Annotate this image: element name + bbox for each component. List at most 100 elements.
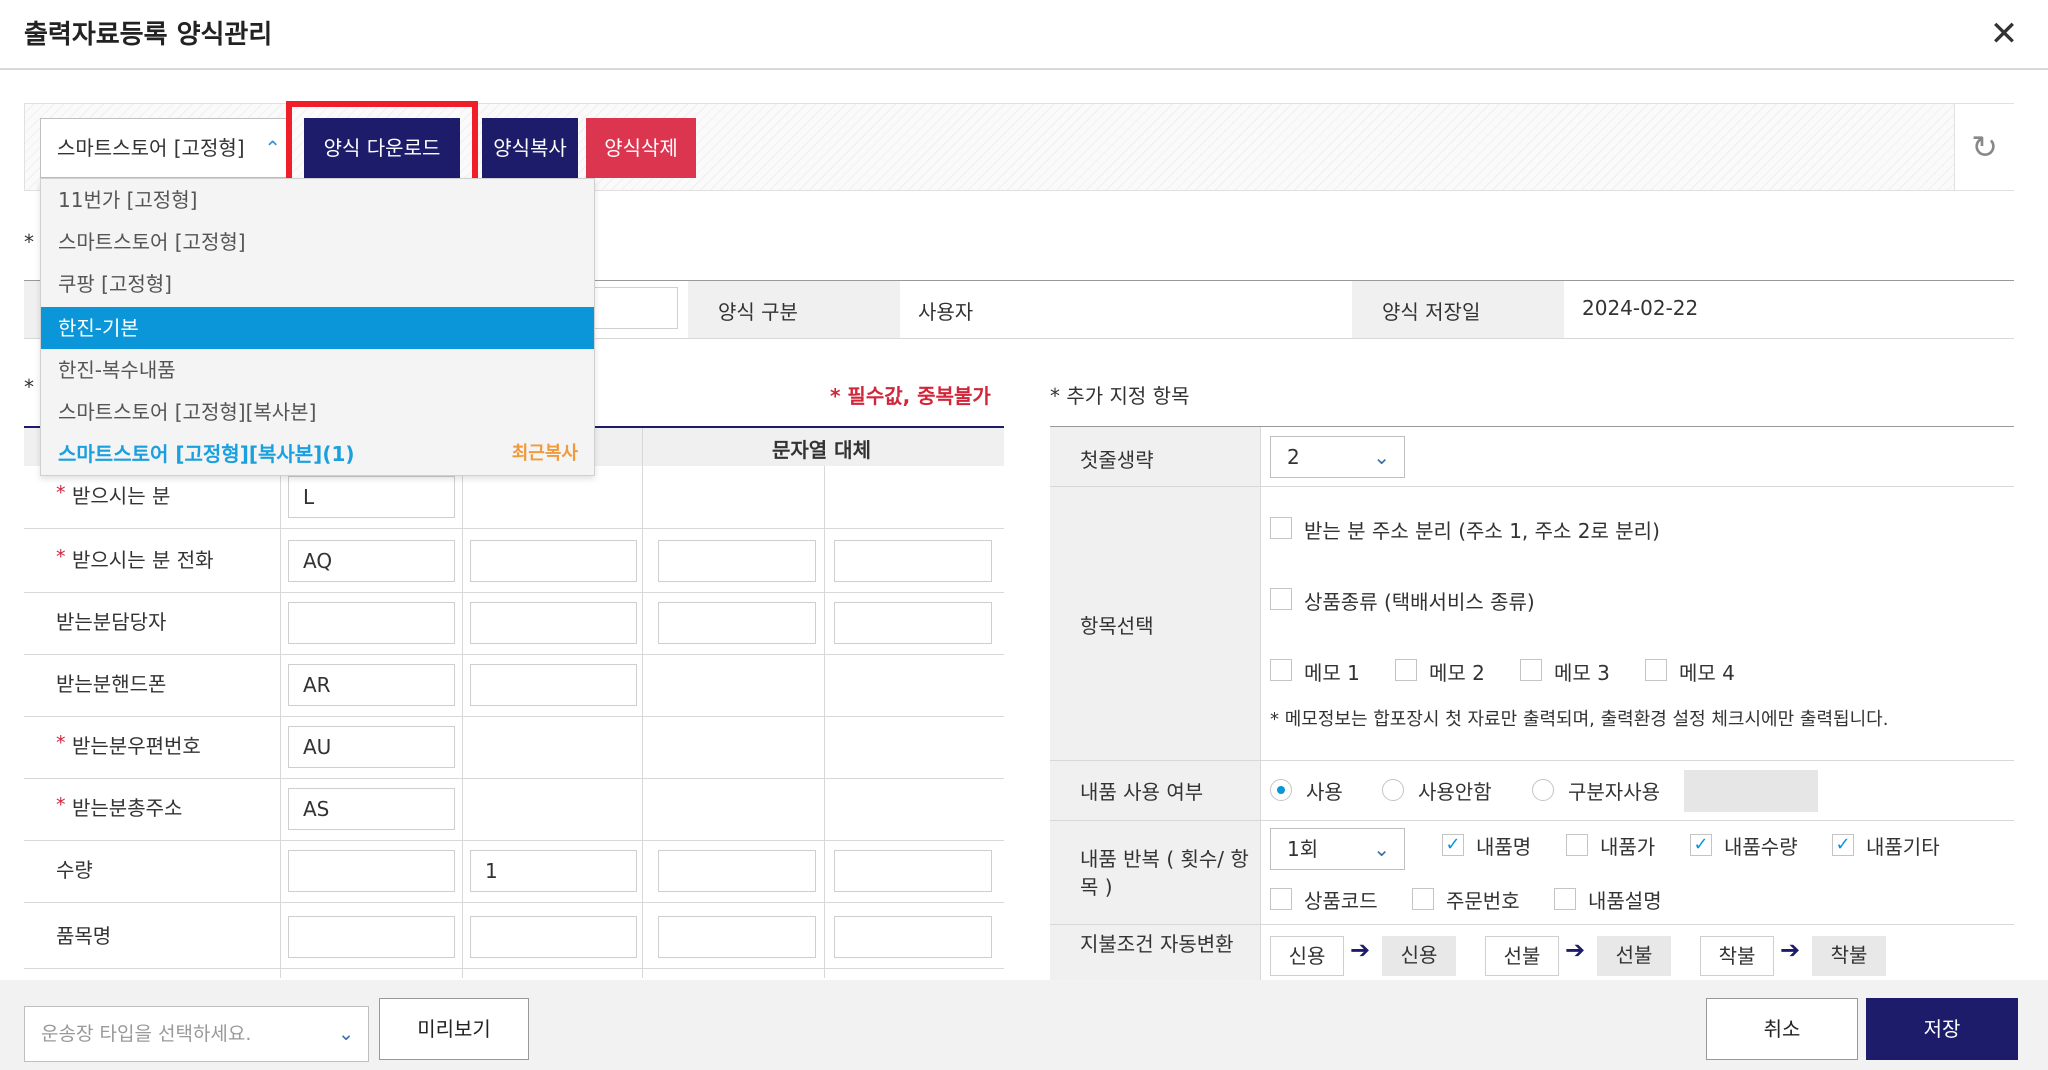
column-input[interactable]: AS xyxy=(288,788,455,830)
content-qty-checkbox[interactable]: ✓ xyxy=(1690,834,1712,856)
row-divider xyxy=(24,968,1004,969)
column-input[interactable]: AU xyxy=(288,726,455,768)
default-value-input[interactable] xyxy=(470,916,637,958)
dropdown-item[interactable]: 스마트스토어 [고정형][복사본] xyxy=(41,391,594,433)
repeat-count-value: 1회 xyxy=(1287,837,1319,861)
use-radio-label: 사용 xyxy=(1306,780,1343,804)
dropdown-item[interactable]: 스마트스토어 [고정형] xyxy=(41,221,594,263)
column-divider xyxy=(642,428,643,978)
memo-1-checkbox[interactable] xyxy=(1270,659,1292,681)
column-input[interactable] xyxy=(288,602,455,644)
delete-form-button[interactable]: 양식삭제 xyxy=(586,118,696,178)
default-value-input[interactable] xyxy=(470,602,637,644)
dropdown-item-selected[interactable]: 한진-기본 xyxy=(41,307,594,349)
not-use-radio-label: 사용안함 xyxy=(1418,780,1492,804)
column-input[interactable] xyxy=(288,916,455,958)
product-code-label: 상품코드 xyxy=(1304,889,1378,913)
default-value-input[interactable] xyxy=(470,540,637,582)
memo-2-label: 메모 2 xyxy=(1429,661,1485,685)
repeat-count-select[interactable]: 1회 ⌄ xyxy=(1270,828,1405,870)
replace-from-input[interactable] xyxy=(658,850,816,892)
content-etc-checkbox[interactable]: ✓ xyxy=(1832,834,1854,856)
row-divider xyxy=(1050,760,2014,761)
required-mark: * xyxy=(56,732,66,754)
default-value-input[interactable]: 1 xyxy=(470,850,637,892)
pay-from-prepaid[interactable]: 선불 xyxy=(1485,936,1559,976)
use-radio[interactable] xyxy=(1270,779,1292,801)
not-use-radio[interactable] xyxy=(1382,779,1404,801)
dropdown-item-recent[interactable]: 스마트스토어 [고정형][복사본](1) 최근복사 xyxy=(41,433,594,475)
preview-button[interactable]: 미리보기 xyxy=(379,998,529,1060)
field-label: 받으시는 분 xyxy=(72,484,171,508)
memo-note: * 메모정보는 합포장시 첫 자료만 출력되며, 출력환경 설정 체크시에만 출… xyxy=(1270,709,1889,730)
replace-to-input[interactable] xyxy=(834,540,992,582)
column-input[interactable]: L xyxy=(288,476,455,518)
content-desc-checkbox[interactable] xyxy=(1554,888,1576,910)
column-divider xyxy=(1260,427,1261,980)
skip-first-row-select[interactable]: 2 ⌄ xyxy=(1270,436,1405,478)
memo-2-checkbox[interactable] xyxy=(1395,659,1417,681)
field-label: 받는분핸드폰 xyxy=(56,672,167,696)
pay-from-credit[interactable]: 신용 xyxy=(1270,936,1344,976)
extra-section-title: * 추가 지정 항목 xyxy=(1050,384,1190,408)
replace-to-input[interactable] xyxy=(834,602,992,644)
address-split-label: 받는 분 주소 분리 (주소 1, 주소 2로 분리) xyxy=(1304,519,1660,543)
content-name-checkbox[interactable]: ✓ xyxy=(1442,834,1464,856)
content-repeat-label: 내품 반복 ( 횟수/ 항목 ) xyxy=(1080,847,1249,899)
form-dropdown-list: 11번가 [고정형] 스마트스토어 [고정형] 쿠팡 [고정형] 한진-기본 한… xyxy=(40,178,595,476)
copy-form-button[interactable]: 양식복사 xyxy=(482,118,578,178)
refresh-icon[interactable]: ↻ xyxy=(1954,104,2014,190)
order-number-label: 주문번호 xyxy=(1446,889,1520,913)
title-bar xyxy=(0,0,2048,70)
arrow-right-icon: ➔ xyxy=(1565,936,1586,964)
row-divider xyxy=(1050,924,2014,925)
replace-to-input[interactable] xyxy=(834,916,992,958)
column-input[interactable]: AQ xyxy=(288,540,455,582)
close-icon[interactable]: ✕ xyxy=(1984,14,2024,54)
order-number-checkbox[interactable] xyxy=(1412,888,1434,910)
row-divider xyxy=(24,840,1004,841)
replace-from-input[interactable] xyxy=(658,602,816,644)
pay-to-credit[interactable]: 신용 xyxy=(1382,936,1456,976)
field-label: 수량 xyxy=(56,858,93,882)
address-split-checkbox[interactable] xyxy=(1270,517,1292,539)
pay-to-cod[interactable]: 착불 xyxy=(1812,936,1886,976)
separator-input[interactable] xyxy=(1684,770,1818,812)
separator-radio[interactable] xyxy=(1532,779,1554,801)
product-kind-checkbox[interactable] xyxy=(1270,588,1292,610)
replace-from-input[interactable] xyxy=(658,916,816,958)
save-button[interactable]: 저장 xyxy=(1866,998,2018,1060)
field-label: 받는분총주소 xyxy=(72,796,183,820)
content-price-checkbox[interactable] xyxy=(1566,834,1588,856)
default-value-input[interactable] xyxy=(470,664,637,706)
row-divider xyxy=(1050,820,2014,821)
save-date-label: 양식 저장일 xyxy=(1382,300,1481,324)
required-note: * 필수값, 중복불가 xyxy=(830,384,991,408)
memo-3-checkbox[interactable] xyxy=(1520,659,1542,681)
dropdown-item[interactable]: 11번가 [고정형] xyxy=(41,179,594,221)
dropdown-item[interactable]: 한진-복수내품 xyxy=(41,349,594,391)
form-select[interactable]: 스마트스토어 [고정형] ⌃ xyxy=(40,118,292,178)
column-input[interactable]: AR xyxy=(288,664,455,706)
field-label: 받으시는 분 전화 xyxy=(72,548,214,572)
pay-from-cod[interactable]: 착불 xyxy=(1700,936,1774,976)
memo-4-label: 메모 4 xyxy=(1679,661,1735,685)
product-code-checkbox[interactable] xyxy=(1270,888,1292,910)
required-mark: * xyxy=(56,794,66,816)
memo-1-label: 메모 1 xyxy=(1304,661,1360,685)
form-name-input[interactable] xyxy=(590,287,678,329)
replace-from-input[interactable] xyxy=(658,540,816,582)
chevron-down-icon: ⌄ xyxy=(338,1023,354,1045)
field-label: 받는분담당자 xyxy=(56,610,167,634)
replace-to-input[interactable] xyxy=(834,850,992,892)
pay-to-prepaid[interactable]: 선불 xyxy=(1597,936,1671,976)
recent-copy-tag: 최근복사 xyxy=(511,443,578,464)
column-input[interactable] xyxy=(288,850,455,892)
chevron-down-icon: ⌄ xyxy=(1373,837,1390,861)
memo-4-checkbox[interactable] xyxy=(1645,659,1667,681)
row-divider xyxy=(24,778,1004,779)
cancel-button[interactable]: 취소 xyxy=(1706,998,1858,1060)
waybill-type-select[interactable]: 운송장 타입을 선택하세요. ⌄ xyxy=(24,1006,369,1062)
row-divider xyxy=(24,654,1004,655)
dropdown-item[interactable]: 쿠팡 [고정형] xyxy=(41,263,594,305)
